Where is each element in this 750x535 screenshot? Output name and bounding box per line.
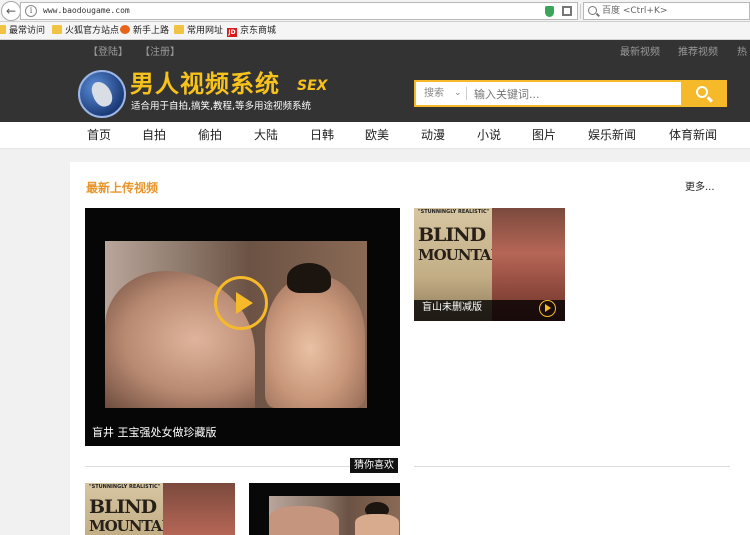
- nav-item-western[interactable]: 欧美: [365, 126, 389, 144]
- folder-icon: [174, 25, 184, 34]
- bookmark-label: 最常访问: [9, 26, 46, 36]
- browser-search-field[interactable]: 百度 <Ctrl+K>: [583, 2, 750, 20]
- search-button[interactable]: [681, 80, 727, 107]
- latest-videos-link[interactable]: 最新视频: [620, 46, 660, 59]
- logo-icon[interactable]: [78, 70, 126, 118]
- bookmark-common-sites[interactable]: 常用网址: [174, 24, 223, 38]
- bookmark-firefox-site[interactable]: 火狐官方站点: [52, 24, 119, 38]
- logo-tag: SEX: [297, 78, 328, 94]
- search-type-select[interactable]: 搜索: [424, 86, 444, 101]
- nav-item-anime[interactable]: 动漫: [421, 126, 445, 144]
- recommended-videos-link[interactable]: 推荐视频: [678, 46, 718, 59]
- site-header: 男人视频系统 SEX 适合用于自拍,搞笑,教程,等多用途视频系统 搜索 ⌄: [0, 65, 750, 122]
- main-nav: 首页 自拍 偷拍 大陆 日韩 欧美 动漫 小说 图片 娱乐新闻 体育新闻: [0, 122, 750, 149]
- video-card[interactable]: [249, 483, 400, 535]
- more-link[interactable]: 更多...: [685, 181, 715, 195]
- jd-icon: JD: [227, 28, 237, 37]
- shield-icon[interactable]: [545, 6, 554, 17]
- bookmark-jd[interactable]: JD 京东商城: [227, 24, 276, 38]
- bookmarks-bar: 最常访问 火狐官方站点 新手上路 常用网址 JD 京东商城: [0, 22, 750, 40]
- info-icon[interactable]: i: [25, 5, 37, 17]
- nav-item-entertainment-news[interactable]: 娱乐新闻: [588, 126, 636, 144]
- search-divider: [466, 87, 467, 100]
- nav-item-japan-korea[interactable]: 日韩: [310, 126, 334, 144]
- guess-you-like-tag: 猜你喜欢: [350, 458, 398, 473]
- url-text: www.baodougame.com: [43, 6, 130, 15]
- search-icon: [588, 6, 597, 15]
- divider: [414, 466, 730, 467]
- video-caption[interactable]: 盲山未删减版: [422, 301, 482, 314]
- firefox-icon: [120, 25, 130, 34]
- keyword-input[interactable]: [474, 85, 674, 103]
- browser-address-bar: ← i www.baodougame.com ↻ 百度 <Ctrl+K>: [0, 0, 750, 22]
- folder-icon: [0, 25, 6, 34]
- section-title: 最新上传视频: [86, 181, 159, 195]
- video-thumbnail: [269, 496, 400, 535]
- folder-icon: [52, 25, 62, 34]
- nav-item-mainland[interactable]: 大陆: [254, 126, 278, 144]
- bookmark-getting-started[interactable]: 新手上路: [120, 24, 169, 38]
- url-field[interactable]: i www.baodougame.com ↻: [20, 2, 594, 20]
- nav-item-novel[interactable]: 小说: [477, 126, 501, 144]
- bookmark-label: 京东商城: [240, 26, 277, 36]
- logo-title[interactable]: 男人视频系统: [130, 69, 280, 99]
- search-icon: [696, 86, 708, 98]
- nav-item-pictures[interactable]: 图片: [532, 126, 556, 144]
- bookmark-label: 火狐官方站点: [65, 26, 120, 36]
- site-search: 搜索 ⌄: [414, 80, 727, 107]
- nav-item-sports-news[interactable]: 体育新闻: [669, 126, 717, 144]
- chevron-down-icon[interactable]: ⌄: [454, 86, 462, 101]
- bookmark-most-visited[interactable]: 最常访问: [0, 24, 45, 38]
- play-icon[interactable]: [214, 276, 268, 330]
- register-link[interactable]: 【注册】: [140, 46, 180, 59]
- nav-item-home[interactable]: 首页: [87, 126, 111, 144]
- site-top-bar: 【登陆】 【注册】 最新视频 推荐视频 热: [0, 40, 750, 65]
- login-link[interactable]: 【登陆】: [88, 46, 128, 59]
- nav-item-selfie[interactable]: 自拍: [142, 126, 166, 144]
- featured-video-caption[interactable]: 盲井 王宝强处女做珍藏版: [92, 425, 217, 440]
- bookmark-label: 常用网址: [187, 26, 224, 36]
- video-card[interactable]: "STUNNINGLY REALISTIC" BLIND MOUNTAIN: [85, 483, 235, 535]
- bookmark-label: 新手上路: [133, 26, 170, 36]
- qr-code-icon[interactable]: [562, 6, 572, 16]
- logo-slogan: 适合用于自拍,搞笑,教程,等多用途视频系统: [131, 101, 312, 112]
- browser-search-placeholder: 百度 <Ctrl+K>: [602, 6, 668, 16]
- nav-item-candid[interactable]: 偷拍: [198, 126, 222, 144]
- play-icon[interactable]: [539, 300, 556, 317]
- back-arrow-icon[interactable]: ←: [1, 1, 21, 21]
- hot-link[interactable]: 热: [737, 46, 747, 59]
- divider: [85, 466, 350, 467]
